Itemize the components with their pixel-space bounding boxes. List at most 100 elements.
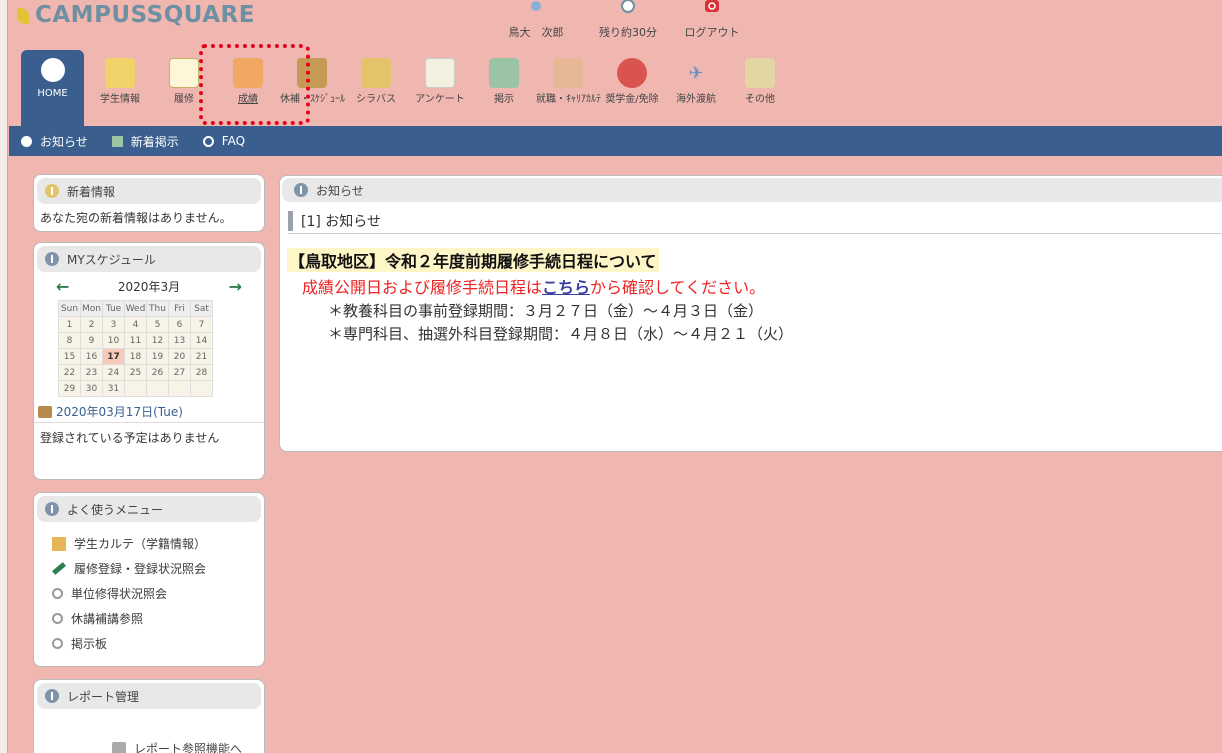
notice-panel-title: お知らせ	[316, 183, 364, 198]
power-icon	[705, 0, 719, 12]
logout-link[interactable]: ログアウト	[677, 24, 747, 40]
calendar-day-cell[interactable]: 19	[146, 348, 169, 365]
calendar-day-cell[interactable]: 6	[168, 316, 191, 333]
menu-bulletin-board[interactable]: 掲示板	[34, 631, 264, 656]
calendar-day-cell[interactable]: 24	[102, 364, 125, 381]
report-link[interactable]: レポート参照機能へ	[112, 740, 242, 753]
frequent-menu-header: よく使うメニュー	[37, 496, 261, 522]
calendar-day-cell[interactable]: 29	[58, 380, 81, 397]
calendar-day-cell[interactable]: 23	[80, 364, 103, 381]
pencil-icon	[52, 562, 66, 575]
calendar-day-cell[interactable]: 20	[168, 348, 191, 365]
calendar-day-cell[interactable]: 5	[146, 316, 169, 333]
menu-course-registration[interactable]: 履修登録・登録状況照会	[34, 556, 264, 581]
selected-date-row: 2020年03月17日(Tue)	[34, 397, 264, 423]
calendar-today-cell[interactable]: 17	[102, 348, 125, 365]
no-plans-text: 登録されている予定はありません	[40, 431, 220, 445]
session-timer-item: 残り約30分	[593, 0, 663, 40]
logout-item[interactable]: ログアウト	[677, 0, 747, 40]
magnifier-icon	[52, 588, 63, 599]
calendar-day-cell[interactable]: 8	[58, 332, 81, 349]
calendar-day-cell[interactable]: 28	[190, 364, 213, 381]
news-panel-body: あなた宛の新着情報はありません。	[40, 211, 232, 225]
next-month-arrow-icon[interactable]: →	[229, 277, 242, 296]
calendar-day-cell[interactable]: 27	[168, 364, 191, 381]
notice-red-after: から確認してください。	[590, 278, 766, 297]
calendar-day-cell[interactable]: 21	[190, 348, 213, 365]
sub-faq-label: FAQ	[221, 134, 246, 148]
menu-credits-status[interactable]: 単位修得状況照会	[34, 581, 264, 606]
calendar-week-row: 29 30 31	[58, 380, 213, 397]
app-logo[interactable]: CAMPUSSQUARE	[35, 2, 255, 28]
calendar-day-cell[interactable]: 26	[146, 364, 169, 381]
info-icon	[294, 183, 308, 197]
calendar-day-cell[interactable]: 14	[190, 332, 213, 349]
bulletin-board-icon	[489, 58, 519, 88]
calendar-day-cell[interactable]: 2	[80, 316, 103, 333]
calendar-day-cell[interactable]: 11	[124, 332, 147, 349]
nav-label: アンケート	[415, 94, 465, 105]
calendar-day-cell[interactable]: 3	[102, 316, 125, 333]
nav-label: HOME	[37, 88, 68, 99]
syllabus-icon	[361, 58, 391, 88]
calendar-day-cell[interactable]: 25	[124, 364, 147, 381]
news-panel-header: 新着情報	[37, 178, 261, 204]
notice-link[interactable]: こちら	[542, 278, 590, 297]
board-icon	[111, 135, 123, 147]
nav-label: 海外渡航	[676, 94, 716, 105]
sub-oshirase[interactable]: お知らせ	[21, 133, 88, 150]
nav-home[interactable]: HOME	[21, 50, 84, 126]
new-info-icon	[45, 184, 59, 198]
menu-cancellations[interactable]: 休講補講参照	[34, 606, 264, 631]
notice-red-before: 成績公開日および履修手続日程は	[302, 278, 543, 297]
calendar-day-cell[interactable]: 13	[168, 332, 191, 349]
notice-item: ＊教養科目の事前登録期間：３月２７日（金）～４月３日（金）	[328, 302, 764, 320]
calendar-day-cell[interactable]: 1	[58, 316, 81, 333]
pen-hand-icon	[745, 58, 775, 88]
news-panel-title: 新着情報	[67, 184, 116, 199]
sub-new-bulletins[interactable]: 新着掲示	[111, 133, 179, 150]
frequent-menu-panel: よく使うメニュー 学生カルテ（学籍情報） 履修登録・登録状況照会 単位修得状況照…	[33, 492, 265, 667]
selected-date[interactable]: 2020年03月17日(Tue)	[56, 403, 183, 420]
nav-scholarship[interactable]: 奨学金/免除	[600, 50, 664, 126]
info-icon	[45, 502, 59, 516]
document-icon	[112, 741, 126, 753]
notice-title: 【鳥取地区】令和２年度前期履修手続日程について	[287, 248, 659, 272]
menu-student-karte[interactable]: 学生カルテ（学籍情報）	[34, 531, 264, 556]
calendar-day-cell[interactable]: 15	[58, 348, 81, 365]
calendar-day-cell[interactable]: 22	[58, 364, 81, 381]
calendar-day-cell[interactable]: 31	[102, 380, 125, 397]
nav-survey[interactable]: アンケート	[408, 50, 472, 126]
calendar-day-cell[interactable]: 7	[190, 316, 213, 333]
calendar-day-cell[interactable]: 10	[102, 332, 125, 349]
main-nav: HOME 学生情報 履修 成績 休補・ｽｹｼﾞｭｰﾙ シラバス アンケート 掲示…	[21, 50, 792, 126]
pencil-notebook-icon	[169, 58, 199, 88]
highlight-frame	[199, 44, 310, 125]
notice-section-title: [1] お知らせ	[288, 208, 1222, 234]
notice-item: ＊専門科目、抽選外科目登録期間：４月８日（水）～４月２１（火）	[328, 325, 794, 343]
calendar-day-cell[interactable]: 4	[124, 316, 147, 333]
sub-menu-bar: お知らせ 新着掲示 FAQ	[9, 126, 1222, 156]
calendar-day-cell[interactable]: 18	[124, 348, 147, 365]
sub-faq[interactable]: FAQ	[202, 134, 246, 148]
nav-syllabus[interactable]: シラバス	[344, 50, 408, 126]
nav-overseas-travel[interactable]: ✈ 海外渡航	[664, 50, 728, 126]
prev-month-arrow-icon[interactable]: ←	[56, 277, 69, 296]
nav-career[interactable]: 就職・ｷｬﾘｱｶﾙﾃ	[536, 50, 601, 126]
nav-bulletin[interactable]: 掲示	[472, 50, 536, 126]
airplane-icon: ✈	[688, 62, 704, 84]
user-name: 鳥大 次郎	[508, 26, 564, 39]
clock-icon	[621, 0, 635, 13]
calendar-day-cell[interactable]: 12	[146, 332, 169, 349]
book-icon	[38, 405, 52, 418]
nav-label: 掲示	[494, 94, 514, 105]
calendar-weekday-row: Sun Mon Tue Wed Thu Fri Sat	[58, 300, 213, 317]
nav-student-info[interactable]: 学生情報	[88, 50, 152, 126]
calendar-week-row: 22 23 24 25 26 27 28	[58, 364, 213, 381]
calendar-day-cell[interactable]: 9	[80, 332, 103, 349]
calendar-day-cell[interactable]: 16	[80, 348, 103, 365]
info-icon	[45, 689, 59, 703]
nav-label: 就職・ｷｬﾘｱｶﾙﾃ	[536, 94, 601, 105]
nav-other[interactable]: その他	[728, 50, 792, 126]
calendar-day-cell[interactable]: 30	[80, 380, 103, 397]
